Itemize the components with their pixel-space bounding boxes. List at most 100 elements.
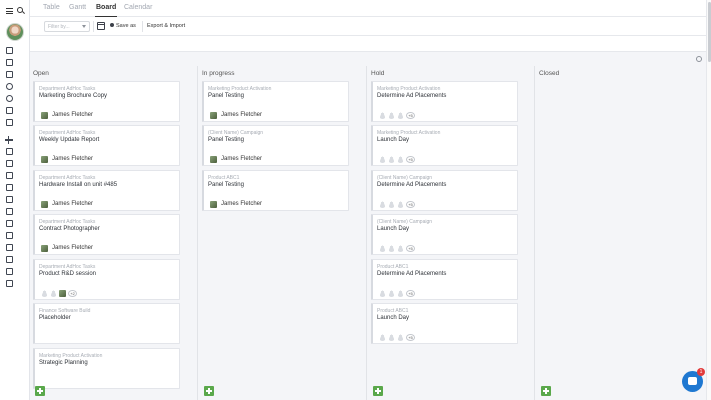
more-assignees-badge[interactable]: +5 [406, 201, 415, 208]
search-icon[interactable] [17, 7, 25, 15]
menu-icon[interactable] [6, 8, 13, 14]
assignee-avatar [41, 156, 48, 163]
more-assignees-badge[interactable]: +2 [68, 290, 77, 297]
notification-badge: 1 [697, 368, 705, 376]
task-card[interactable]: Department AdHoc Tasks Marketing Brochure… [33, 81, 180, 122]
card-project: Department AdHoc Tasks [39, 175, 96, 181]
column-divider [197, 66, 198, 400]
user-placeholder-icon [379, 290, 386, 297]
people-icon[interactable] [6, 95, 13, 102]
assignee-avatar [41, 112, 48, 119]
tasks-icon[interactable] [6, 59, 13, 66]
user-placeholder-icon [397, 245, 404, 252]
portfolio-icon[interactable] [6, 83, 13, 90]
card-task-name: Panel Testing [208, 182, 244, 188]
board-column: Hold Marketing Product Activation Determin… [368, 66, 533, 400]
task-card[interactable]: Marketing Product Activation Determine Ad… [371, 81, 518, 122]
board-column: Closed [536, 66, 701, 400]
add-task-button[interactable] [204, 386, 214, 396]
more-assignees-badge[interactable]: +5 [406, 290, 415, 297]
card-task-name: Contract Photographer [39, 226, 100, 232]
docs-icon[interactable] [6, 119, 13, 126]
task-card[interactable]: Department AdHoc Tasks Product R&D sessio… [33, 259, 180, 300]
tab-board[interactable]: Board [94, 4, 118, 18]
card-project: Product ABC1 [208, 175, 240, 181]
save-icon [110, 23, 114, 27]
assignee-name: James Fletcher [52, 156, 94, 162]
add-project-icon[interactable] [5, 136, 13, 144]
tab-gantt[interactable]: Gantt [69, 4, 86, 11]
toolbar-divider [142, 21, 143, 32]
user-placeholder-icon [388, 201, 395, 208]
user-avatar[interactable] [6, 23, 24, 41]
chat-launcher[interactable]: 1 [682, 368, 705, 392]
card-project: (Client Name) Campaign [377, 219, 433, 225]
user-placeholder-icon [379, 334, 386, 341]
add-task-button[interactable] [373, 386, 383, 396]
card-task-name: Strategic Planning [39, 360, 88, 366]
task-card[interactable]: Product ABC1 Panel Testing James Fletcher [202, 170, 349, 211]
user-placeholder-icon [41, 290, 48, 297]
project-icon-5[interactable] [6, 196, 13, 203]
card-project: Department AdHoc Tasks [39, 264, 96, 270]
assignee-name: James Fletcher [52, 201, 94, 207]
task-card[interactable]: Marketing Product Activation Panel Testin… [202, 81, 349, 122]
tab-calendar[interactable]: Calendar [124, 4, 152, 11]
more-assignees-badge[interactable]: +5 [406, 245, 415, 252]
save-as-button[interactable]: Save as [110, 23, 136, 29]
task-card[interactable]: Marketing Product Activation Strategic Pl… [33, 348, 180, 389]
filter-dropdown[interactable]: Filter by... [44, 21, 90, 32]
toolbar-divider [93, 21, 94, 32]
more-assignees-badge[interactable]: +5 [406, 112, 415, 119]
task-card[interactable]: Department AdHoc Tasks Contract Photograp… [33, 214, 180, 255]
task-card[interactable]: Product ABC1 Launch Day +5 [371, 303, 518, 344]
project-icon-7[interactable] [6, 220, 13, 227]
card-project: (Client Name) Campaign [377, 175, 433, 181]
card-task-name: Determine Ad Placements [377, 182, 447, 188]
export-import-button[interactable]: Export & Import [147, 23, 185, 29]
project-icon-11[interactable] [6, 268, 13, 275]
task-card[interactable]: Finance Software Build Placeholder [33, 303, 180, 344]
home-icon[interactable] [6, 47, 13, 54]
add-task-button[interactable] [541, 386, 551, 396]
task-card[interactable]: (Client Name) Campaign Launch Day +5 [371, 214, 518, 255]
gear-icon[interactable] [696, 56, 702, 62]
calendar-icon[interactable] [97, 22, 105, 30]
project-icon-12[interactable] [6, 280, 13, 287]
assignee-avatar [210, 201, 217, 208]
messages-icon[interactable] [6, 71, 13, 78]
project-icon-1[interactable] [6, 148, 13, 155]
card-project: Marketing Product Activation [39, 353, 103, 359]
card-task-name: Marketing Brochure Copy [39, 93, 108, 99]
scrollbar[interactable] [706, 0, 711, 400]
task-card[interactable]: Department AdHoc Tasks Hardware Install o… [33, 170, 180, 211]
task-card[interactable]: Marketing Product Activation Launch Day +5 [371, 125, 518, 166]
project-icon-6[interactable] [6, 208, 13, 215]
chat-bubble-icon [688, 377, 697, 385]
reports-icon[interactable] [6, 107, 13, 114]
project-icon-10[interactable] [6, 256, 13, 263]
task-card[interactable]: Product ABC1 Determine Ad Placements +5 [371, 259, 518, 300]
more-assignees-badge[interactable]: +5 [406, 334, 415, 341]
user-placeholder-icon [388, 112, 395, 119]
column-title: Open [33, 70, 49, 77]
card-task-name: Weekly Update Report [39, 137, 100, 143]
project-icon-3[interactable] [6, 172, 13, 179]
user-placeholder-icon [388, 156, 395, 163]
task-card[interactable]: (Client Name) Campaign Determine Ad Place… [371, 170, 518, 211]
assignee-avatar [210, 112, 217, 119]
more-assignees-badge[interactable]: +5 [406, 156, 415, 163]
add-task-button[interactable] [35, 386, 45, 396]
card-task-name: Placeholder [39, 315, 71, 321]
assignee-avatar [41, 201, 48, 208]
project-icon-4[interactable] [6, 184, 13, 191]
view-tabs: Table Gantt Board Calendar [30, 0, 711, 18]
user-placeholder-icon [388, 290, 395, 297]
project-icon-2[interactable] [6, 160, 13, 167]
task-card[interactable]: (Client Name) Campaign Panel Testing James… [202, 125, 349, 166]
project-icon-8[interactable] [6, 232, 13, 239]
tab-table[interactable]: Table [43, 4, 60, 11]
card-project: Department AdHoc Tasks [39, 86, 96, 92]
project-icon-9[interactable] [6, 244, 13, 251]
task-card[interactable]: Department AdHoc Tasks Weekly Update Repo… [33, 125, 180, 166]
